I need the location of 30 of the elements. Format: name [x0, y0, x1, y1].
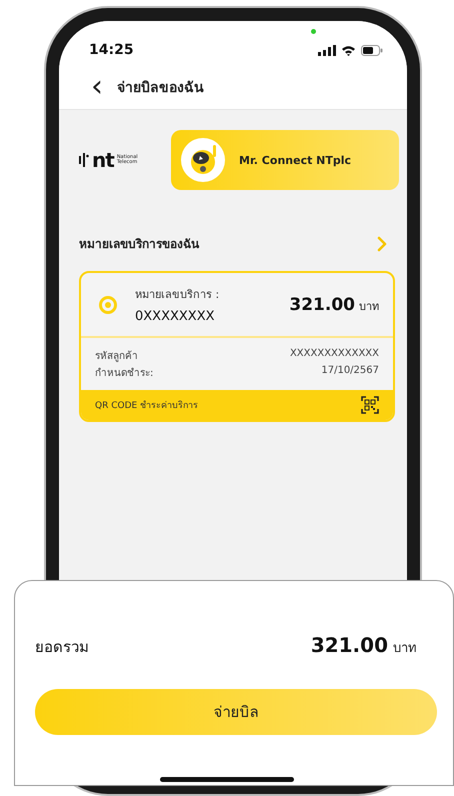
qr-code-icon: [361, 396, 379, 414]
bill-card[interactable]: หมายเลขบริการ : 0XXXXXXXX 321.00 บาท รหัสลูกค้า XXXXXXXXXXXXX กำหนดชำระ: 17/10/2567 QR CODE ชำระค่าบริการ: [79, 271, 395, 422]
wifi-icon: [341, 44, 356, 56]
pay-bill-button[interactable]: จ่ายบิล: [35, 689, 437, 735]
logo-mark-icon: [79, 153, 89, 167]
section-title: หมายเลขบริการของฉัน: [79, 236, 199, 253]
customer-id-label: รหัสลูกค้า: [95, 350, 139, 363]
logo-text: nt: [92, 148, 114, 172]
currency-label: บาท: [359, 298, 379, 314]
back-button[interactable]: ‹: [87, 72, 107, 102]
due-date: 17/10/2567: [320, 365, 379, 378]
mascot-card[interactable]: Mr. Connect NTplc: [171, 130, 399, 190]
currency-label: บาท: [393, 640, 417, 658]
page-title: จ่ายบิลของฉัน: [117, 79, 204, 98]
battery-icon: [361, 44, 383, 56]
bill-amount: 321.00: [289, 294, 355, 314]
signal-icon: [318, 44, 336, 56]
chevron-right-icon: [377, 236, 387, 252]
due-date-label: กำหนดชำระ:: [95, 366, 154, 380]
qr-payment-label: QR CODE ชำระค่าบริการ: [95, 400, 198, 412]
status-time: 14:25: [89, 42, 134, 58]
radio-button[interactable]: [99, 296, 117, 314]
camera-indicator-icon: [311, 29, 316, 34]
total-label: ยอดรวม: [35, 637, 89, 658]
service-number: 0XXXXXXXX: [135, 309, 216, 324]
service-number-label: หมายเลขบริการ :: [135, 287, 220, 303]
qr-payment-bar[interactable]: QR CODE ชำระค่าบริการ: [81, 390, 393, 420]
customer-id: XXXXXXXXXXXXX: [290, 348, 379, 361]
mascot-name: Mr. Connect NTplc: [239, 154, 352, 166]
total-amount: 321.00: [310, 633, 388, 657]
